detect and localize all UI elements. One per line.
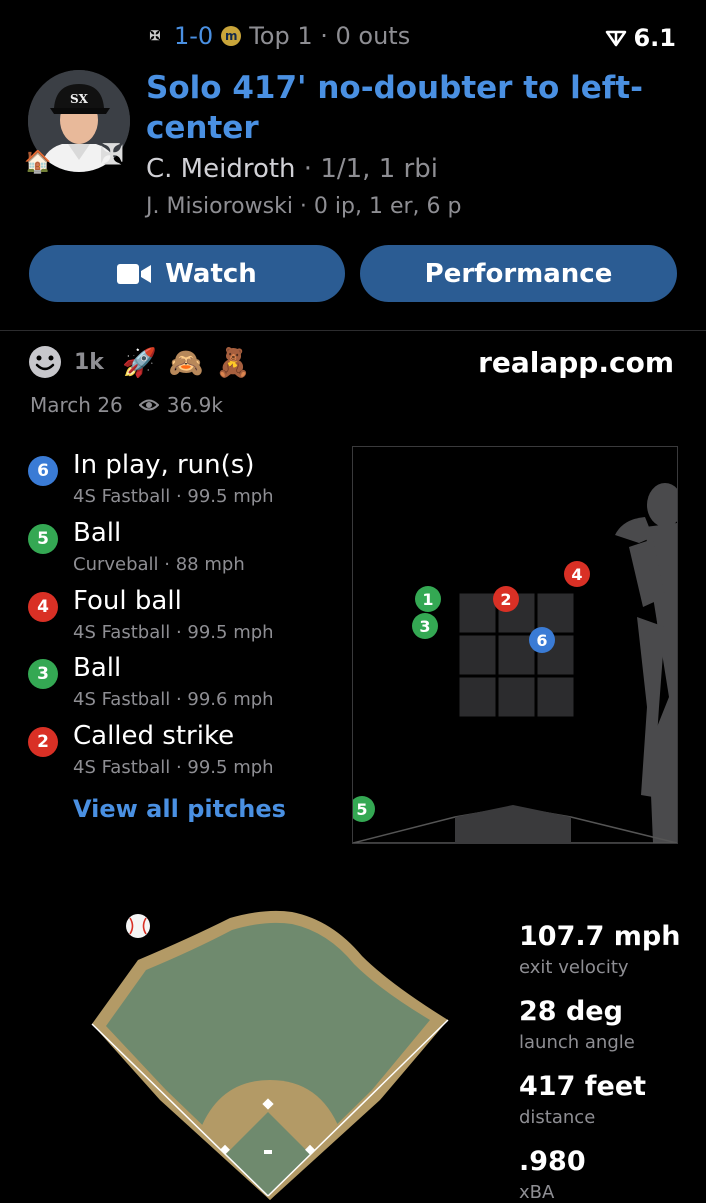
- spray-chart-field: [91, 910, 449, 1200]
- zone-marker-label: 2: [500, 590, 511, 609]
- batter-name: C. Meidroth: [146, 154, 296, 184]
- reaction-count: 1k: [74, 349, 104, 375]
- watch-label: Watch: [165, 258, 257, 289]
- post-date: March 26: [30, 393, 123, 417]
- rocket-emoji-icon[interactable]: 🚀: [122, 346, 157, 379]
- watch-button[interactable]: Watch: [29, 245, 345, 302]
- zone-marker-label: 3: [419, 617, 430, 636]
- launch-angle-label: launch angle: [519, 1032, 635, 1053]
- pitch-result: Foul ball: [73, 586, 182, 616]
- view-count: 36.9k: [166, 393, 223, 417]
- performance-label: Performance: [424, 258, 613, 289]
- signal-icon: [606, 30, 627, 47]
- launch-angle-value: 28 deg: [519, 996, 623, 1027]
- pitch-result: Called strike: [73, 721, 235, 751]
- pitch-number-badge: 4: [28, 592, 58, 622]
- inning-status: Top 1 · 0 outs: [249, 22, 411, 50]
- distance-value: 417 feet: [519, 1071, 647, 1102]
- performance-button[interactable]: Performance: [360, 245, 677, 302]
- pitch-result: Ball: [73, 653, 122, 683]
- zone-marker-2[interactable]: 2: [493, 586, 519, 612]
- zone-marker-label: 1: [422, 590, 433, 609]
- zone-marker-4[interactable]: 4: [564, 561, 590, 587]
- pitch-detail: 4S Fastball · 99.5 mph: [73, 486, 274, 507]
- zone-marker-1[interactable]: 1: [415, 586, 441, 612]
- video-camera-icon: [117, 263, 152, 284]
- brewers-logo-icon: m: [221, 26, 242, 46]
- bear-emoji-icon[interactable]: 🧸: [216, 346, 251, 379]
- batter-silhouette: [615, 483, 677, 843]
- pitch-number-badge: 2: [28, 727, 58, 757]
- signal-value: 6.1: [633, 24, 676, 52]
- white-sox-badge-icon: ✠: [100, 138, 124, 171]
- smiley-reaction-icon[interactable]: [28, 345, 62, 379]
- batter-stats: · 1/1, 1 rbi: [295, 154, 438, 184]
- pitcher-line[interactable]: J. Misiorowski · 0 ip, 1 er, 6 p: [146, 194, 461, 219]
- pitch-detail: 4S Fastball · 99.5 mph: [73, 757, 274, 778]
- batter-line[interactable]: C. Meidroth · 1/1, 1 rbi: [146, 154, 438, 184]
- zone-marker-label: 5: [356, 800, 367, 819]
- pitch-result: In play, run(s): [73, 450, 255, 480]
- svg-text:SX: SX: [70, 92, 89, 106]
- play-headline[interactable]: Solo 417' no-doubter to left-center: [146, 68, 666, 148]
- exit-velocity-value: 107.7 mph: [519, 921, 681, 952]
- reactions-row[interactable]: 1k 🚀 🙈 🧸: [28, 345, 251, 379]
- section-divider: [0, 330, 706, 331]
- pitch-detail: Curveball · 88 mph: [73, 554, 245, 575]
- zone-marker-5[interactable]: 5: [353, 796, 375, 822]
- pitchers-mound: [264, 1150, 272, 1154]
- signal-indicator: 6.1: [605, 24, 676, 52]
- zone-marker-label: 6: [536, 631, 547, 650]
- eye-icon: [138, 399, 159, 411]
- pitch-detail: 4S Fastball · 99.6 mph: [73, 689, 274, 710]
- strike-zone-panel[interactable]: 1 2 3 4 5 6: [352, 446, 678, 844]
- distance-label: distance: [519, 1107, 596, 1128]
- zone-marker-label: 4: [571, 565, 582, 584]
- pitch-detail: 4S Fastball · 99.5 mph: [73, 622, 274, 643]
- baseball-landing-icon: [126, 914, 150, 938]
- exit-velocity-label: exit velocity: [519, 957, 629, 978]
- white-sox-logo-icon: ✠: [149, 28, 161, 44]
- zone-marker-6[interactable]: 6: [529, 627, 555, 653]
- xba-value: .980: [519, 1146, 586, 1177]
- monkey-emoji-icon[interactable]: 🙈: [169, 346, 204, 379]
- post-meta: March 26 36.9k: [30, 393, 223, 417]
- pitch-number-badge: 6: [28, 456, 58, 486]
- pitch-number-badge: 5: [28, 524, 58, 554]
- site-link[interactable]: realapp.com: [478, 346, 674, 379]
- view-all-pitches-link[interactable]: View all pitches: [73, 795, 286, 823]
- pitch-number-badge: 3: [28, 659, 58, 689]
- zone-marker-3[interactable]: 3: [412, 613, 438, 639]
- game-score: ✠ 1-0 m Top 1 · 0 outs: [144, 22, 411, 50]
- score-value: 1-0: [174, 22, 214, 50]
- home-plate-shape: [455, 805, 571, 843]
- strike-zone-grid: [456, 590, 577, 720]
- house-icon: 🏠: [24, 150, 52, 175]
- pitch-result: Ball: [73, 518, 122, 548]
